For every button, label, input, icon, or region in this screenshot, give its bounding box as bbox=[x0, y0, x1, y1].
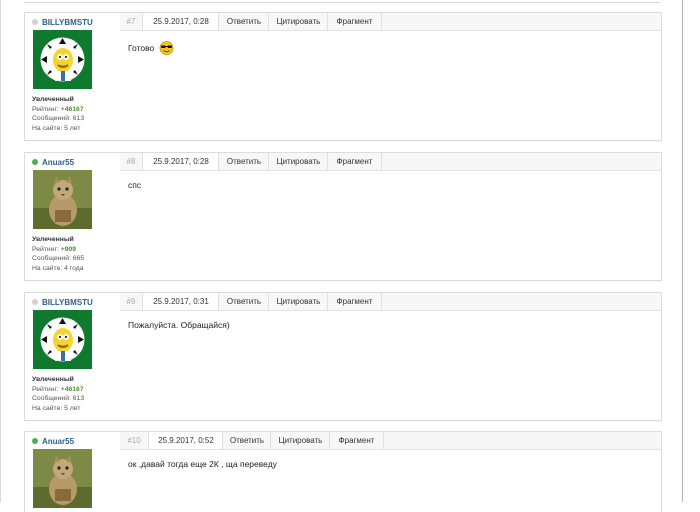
cat-avatar[interactable] bbox=[33, 170, 92, 229]
online-status-icon bbox=[32, 159, 38, 165]
post-message: спс bbox=[128, 180, 142, 190]
author-name[interactable]: BILLYBMSTU bbox=[32, 17, 93, 29]
post-date: 25.9.2017, 0:28 bbox=[142, 13, 219, 30]
author-messages: Сообщений: 613 bbox=[32, 395, 85, 403]
author-messages: Сообщений: 665 bbox=[32, 255, 85, 263]
reply-button[interactable]: Ответить bbox=[218, 153, 269, 170]
post-number[interactable]: #8 bbox=[120, 153, 142, 170]
author-rating: Рейтинг: +46167 bbox=[32, 105, 84, 113]
quote-button[interactable]: Цитировать bbox=[270, 432, 330, 449]
fragment-button[interactable]: Фрагмент bbox=[327, 153, 382, 170]
offline-status-icon bbox=[32, 19, 38, 25]
author-rating: Рейтинг: +46167 bbox=[32, 385, 84, 393]
fragment-button[interactable]: Фрагмент bbox=[329, 432, 384, 449]
post-date: 25.9.2017, 0:31 bbox=[142, 293, 219, 310]
homer-avatar[interactable] bbox=[33, 310, 92, 369]
post-message: Готово bbox=[128, 40, 174, 57]
post-date: 25.9.2017, 0:52 bbox=[148, 432, 223, 449]
reply-button[interactable]: Ответить bbox=[222, 432, 271, 449]
post-message: Пожалуйста. Обращайся) bbox=[128, 320, 230, 330]
post-header-bar: #8 25.9.2017, 0:28 Ответить Цитировать Ф… bbox=[120, 153, 661, 171]
page-right-border bbox=[682, 0, 683, 502]
forum-post: BILLYBMSTU Увлеченный Рейтинг: +46167 Со… bbox=[24, 292, 662, 421]
post-number[interactable]: #10 bbox=[120, 432, 148, 449]
author-name[interactable]: Anuar55 bbox=[32, 436, 74, 448]
author-on-site: На сайте: 5 лет bbox=[32, 404, 81, 412]
author-messages: Сообщений: 613 bbox=[32, 115, 85, 123]
cat-avatar[interactable] bbox=[33, 449, 92, 508]
author-rank: Увлеченный bbox=[32, 96, 74, 103]
post-date: 25.9.2017, 0:28 bbox=[142, 153, 219, 170]
author-stats: Увлеченный Рейтинг: +46167 Сообщений: 61… bbox=[32, 375, 84, 413]
post-number[interactable]: #9 bbox=[120, 293, 142, 310]
page-left-border bbox=[0, 0, 1, 502]
cool-sunglasses-smiley-icon bbox=[159, 40, 174, 57]
quote-button[interactable]: Цитировать bbox=[268, 293, 328, 310]
author-on-site: На сайте: 4 года bbox=[32, 264, 84, 272]
post-header-bar: #10 25.9.2017, 0:52 Ответить Цитировать … bbox=[120, 432, 661, 450]
quote-button[interactable]: Цитировать bbox=[268, 153, 328, 170]
online-status-icon bbox=[32, 438, 38, 444]
post-number[interactable]: #7 bbox=[120, 13, 142, 30]
forum-post: BILLYBMSTU Увлеченный Рейтинг: +46167 Со… bbox=[24, 12, 662, 141]
offline-status-icon bbox=[32, 299, 38, 305]
author-on-site: На сайте: 5 лет bbox=[32, 124, 81, 132]
fragment-button[interactable]: Фрагмент bbox=[327, 13, 382, 30]
author-rank: Увлеченный bbox=[32, 236, 74, 243]
author-name[interactable]: BILLYBMSTU bbox=[32, 297, 93, 309]
author-rating: Рейтинг: +909 bbox=[32, 245, 77, 253]
fragment-button[interactable]: Фрагмент bbox=[327, 293, 382, 310]
reply-button[interactable]: Ответить bbox=[218, 13, 269, 30]
author-name[interactable]: Anuar55 bbox=[32, 157, 74, 169]
previous-post-bottom-edge bbox=[24, 2, 660, 3]
author-rank: Увлеченный bbox=[32, 376, 74, 383]
reply-button[interactable]: Ответить bbox=[218, 293, 269, 310]
quote-button[interactable]: Цитировать bbox=[268, 13, 328, 30]
post-header-bar: #9 25.9.2017, 0:31 Ответить Цитировать Ф… bbox=[120, 293, 661, 311]
forum-post: Anuar55 Увлеченный Рейтинг: +909 Сообщен… bbox=[24, 152, 662, 281]
author-stats: Увлеченный Рейтинг: +909 Сообщений: 665 … bbox=[32, 235, 84, 273]
homer-avatar[interactable] bbox=[33, 30, 92, 89]
author-stats: Увлеченный Рейтинг: +46167 Сообщений: 61… bbox=[32, 95, 84, 133]
post-header-bar: #7 25.9.2017, 0:28 Ответить Цитировать Ф… bbox=[120, 13, 661, 31]
forum-post: Anuar55 #10 25.9.2017, 0:52 Ответить Цит… bbox=[24, 431, 662, 512]
post-message: ок ,давай тогда еще 2К , ща переведу bbox=[128, 459, 277, 469]
